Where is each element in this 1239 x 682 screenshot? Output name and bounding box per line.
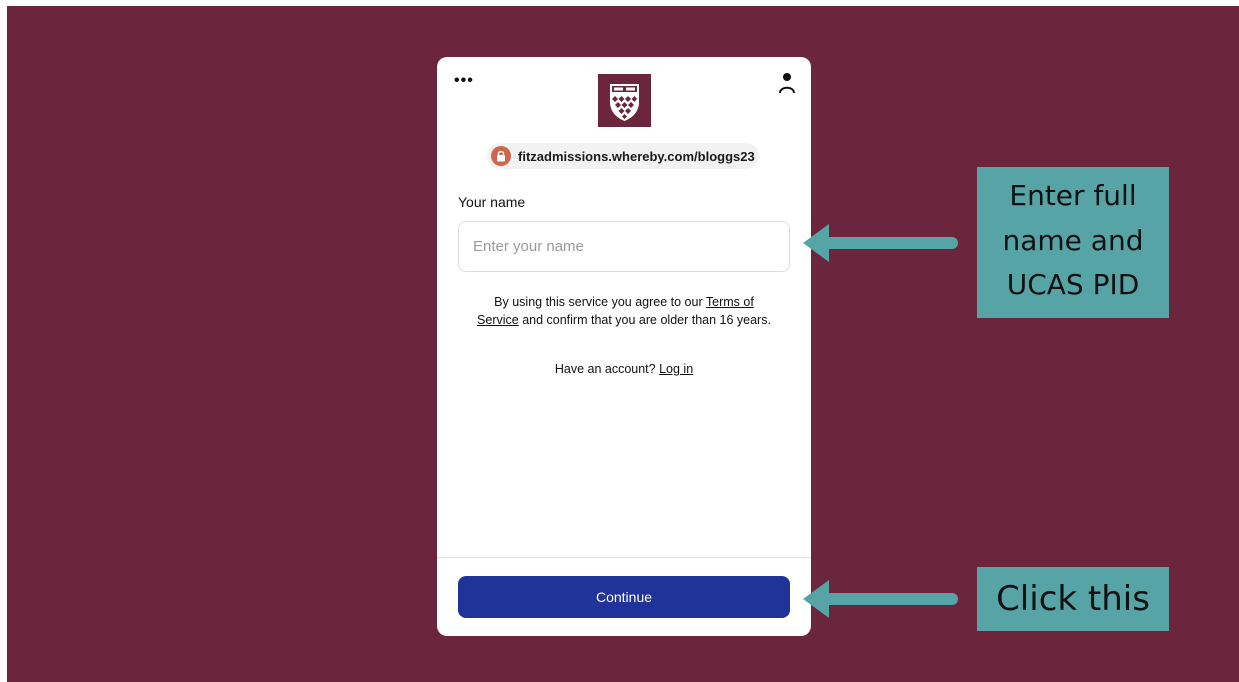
room-url-pill: fitzadmissions.whereby.com/bloggs23	[487, 143, 759, 169]
background-area: ••• fitzadmissions.whereby.com/bloggs23 …	[7, 6, 1239, 682]
callout-click-continue: Click this	[977, 567, 1169, 631]
college-crest-logo	[598, 74, 651, 127]
continue-button[interactable]: Continue	[458, 576, 790, 618]
name-label: Your name	[458, 194, 526, 210]
join-room-card: ••• fitzadmissions.whereby.com/bloggs23 …	[437, 57, 811, 636]
room-url: fitzadmissions.whereby.com/bloggs23	[518, 148, 755, 164]
terms-text: By using this service you agree to our T…	[477, 295, 771, 327]
callout-enter-name: Enter full name and UCAS PID	[977, 167, 1169, 318]
footer-divider	[437, 557, 811, 558]
arrow-to-continue-button	[803, 580, 958, 618]
arrow-to-name-input	[803, 224, 958, 262]
name-input[interactable]	[458, 221, 790, 272]
lock-icon	[491, 146, 511, 166]
login-prompt: Have an account? Log in	[554, 362, 694, 376]
user-icon[interactable]	[777, 71, 797, 95]
more-dots-icon[interactable]: •••	[454, 73, 474, 89]
login-link[interactable]: Log in	[659, 362, 693, 376]
